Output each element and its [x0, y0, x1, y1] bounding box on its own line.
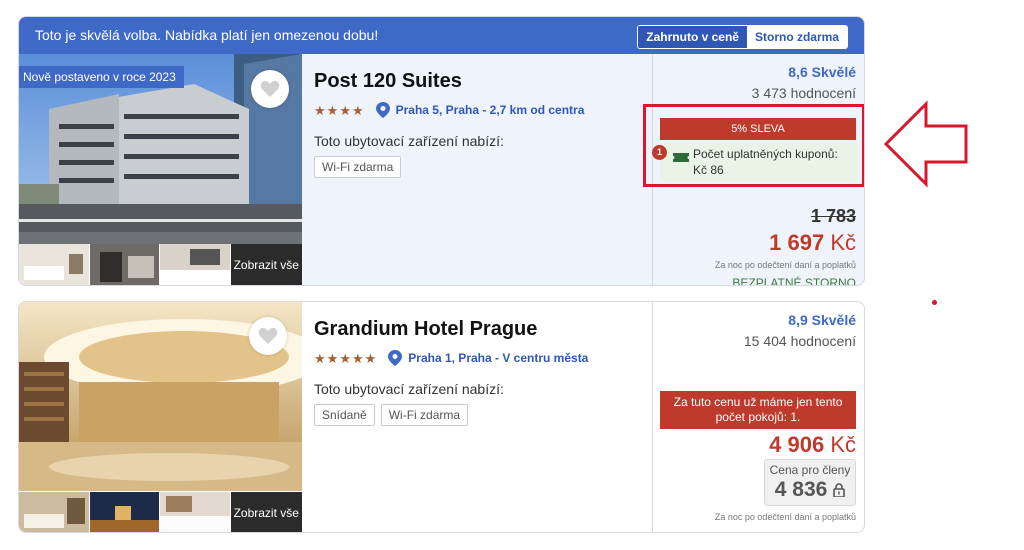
location-pin-icon — [388, 350, 403, 366]
price-amount: 1 697 — [769, 230, 825, 255]
amenity-chip: Snídaně — [314, 404, 375, 426]
heart-icon — [260, 80, 280, 97]
location-pin-icon — [375, 102, 390, 118]
room-thumbnail — [19, 244, 89, 285]
amenities-list: Snídaně Wi-Fi zdarma — [314, 404, 588, 426]
free-cancellation-label: BEZPLATNÉ STORNO — [732, 276, 856, 286]
review-count: 3 473 hodnocení — [751, 85, 856, 101]
hotel-name[interactable]: Post 120 Suites — [314, 70, 584, 93]
show-all-photos-button[interactable]: Zobrazit vše — [230, 244, 302, 285]
hotel-info: Post 120 Suites ★ ★ ★ ★ Praha 5, Praha - 2,… — [314, 70, 584, 178]
thumbnail-photo[interactable] — [19, 492, 89, 532]
price-column: 8,9 Skvělé 15 404 hodnocení Za tuto cenu… — [652, 302, 864, 532]
coupon-text: Počet uplatněných kuponů: Kč 86 — [693, 147, 838, 177]
star-icon: ★ — [351, 102, 364, 118]
price-amount: 4 906 — [769, 432, 825, 457]
review-count: 15 404 hodnocení — [743, 333, 856, 349]
price-column: 8,6 Skvělé 3 473 hodnocení 5% SLEVA 1 Po… — [643, 54, 864, 286]
hotel-info: Grandium Hotel Prague ★ ★ ★ ★ ★ Praha 1, Pra… — [314, 318, 588, 426]
amenity-chip: Wi-Fi zdarma — [314, 156, 402, 178]
bedroom-thumbnail — [160, 492, 230, 532]
price-note: Za noc po odečtení daní a poplatků — [714, 260, 856, 270]
tab-free-cancellation[interactable]: Storno zdarma — [746, 26, 847, 48]
original-price: 1 783 — [810, 206, 856, 226]
promo-text: Toto je skvělá volba. Nabídka platí jen … — [35, 27, 379, 43]
price-note: Za noc po odečtení daní a poplatků — [714, 512, 856, 522]
member-price-value: 4 836 — [765, 478, 855, 502]
tab-included[interactable]: Zahrnuto v ceně — [638, 26, 747, 48]
favorite-button[interactable] — [249, 317, 287, 355]
coupon-count-badge: 1 — [652, 145, 667, 160]
interior-thumbnail — [89, 244, 159, 285]
photo-thumbnails: Zobrazit vše — [19, 244, 302, 285]
star-icon: ★ — [339, 350, 351, 366]
hotel-meta: ★ ★ ★ ★ ★ Praha 1, Praha - V centru města — [314, 350, 588, 366]
discount-badge: 5% SLEVA — [660, 118, 856, 140]
star-icon: ★ — [326, 350, 339, 366]
price-currency: Kč — [830, 432, 856, 457]
thumbnail-photo[interactable] — [160, 244, 230, 285]
star-icon: ★ — [364, 350, 377, 366]
hotel-card-grandium[interactable]: Zobrazit vše Grandium Hotel Prague ★ ★ ★ ★ ★… — [18, 301, 865, 533]
thumbnail-photo[interactable] — [160, 492, 230, 532]
star-icon: ★ — [326, 102, 339, 118]
promo-bar: Toto je skvělá volba. Nabídka platí jen … — [19, 17, 864, 54]
red-dot-mark — [932, 300, 937, 305]
left-arrow-annotation-icon — [883, 100, 968, 188]
star-icon: ★ — [314, 102, 326, 118]
promo-tabs: Zahrnuto v ceně Storno zdarma — [637, 25, 848, 49]
thumbnail-photo[interactable] — [89, 244, 159, 285]
star-icon: ★ — [314, 350, 326, 366]
hotel-location[interactable]: Praha 5, Praha - 2,7 km od centra — [396, 103, 585, 117]
hotel-location[interactable]: Praha 1, Praha - V centru města — [408, 351, 588, 365]
coupon-info: 1 Počet uplatněných kuponů: Kč 86 — [652, 143, 858, 181]
photo-thumbnails: Zobrazit vše — [19, 492, 302, 532]
star-icon: ★ — [351, 350, 364, 366]
thumbnail-photo[interactable] — [89, 492, 159, 532]
lock-icon — [833, 483, 846, 498]
thumbnail-photo[interactable] — [19, 244, 89, 285]
favorite-button[interactable] — [251, 70, 289, 108]
review-score[interactable]: 8,9 Skvělé — [788, 312, 856, 328]
amenities-label: Toto ubytovací zařízení nabízí: — [314, 381, 504, 397]
heart-icon — [258, 327, 278, 344]
amenity-chip: Wi-Fi zdarma — [380, 404, 469, 426]
current-price: 4 906 Kč — [769, 432, 856, 458]
new-building-badge: Nově postaveno v roce 2023 — [19, 66, 184, 88]
amenities-list: Wi-Fi zdarma — [314, 156, 584, 178]
star-rating: ★ ★ ★ ★ ★ — [314, 352, 376, 365]
ticket-icon — [673, 153, 689, 162]
hotel-card-post-120-suites[interactable]: Toto je skvělá volba. Nabídka platí jen … — [18, 16, 865, 286]
star-icon: ★ — [339, 102, 351, 118]
room-thumbnail — [19, 492, 89, 532]
review-score[interactable]: 8,6 Skvělé — [788, 64, 856, 80]
member-price-label: Cena pro členy — [769, 463, 851, 477]
show-all-photos-button[interactable]: Zobrazit vše — [230, 492, 302, 532]
member-price-amount: 4 836 — [774, 478, 828, 501]
city-night-thumbnail — [89, 492, 159, 532]
hotel-meta: ★ ★ ★ ★ Praha 5, Praha - 2,7 km od centra — [314, 102, 584, 118]
limited-availability-banner: Za tuto cenu už máme jen tento počet pok… — [660, 391, 856, 429]
bedroom-thumbnail — [160, 244, 230, 285]
member-price-box[interactable]: Cena pro členy 4 836 — [764, 459, 856, 506]
amenities-label: Toto ubytovací zařízení nabízí: — [314, 133, 504, 149]
price-currency: Kč — [830, 230, 856, 255]
star-rating: ★ ★ ★ ★ — [314, 104, 364, 117]
discounted-price: 1 697 Kč — [769, 230, 856, 256]
hotel-name[interactable]: Grandium Hotel Prague — [314, 318, 588, 341]
